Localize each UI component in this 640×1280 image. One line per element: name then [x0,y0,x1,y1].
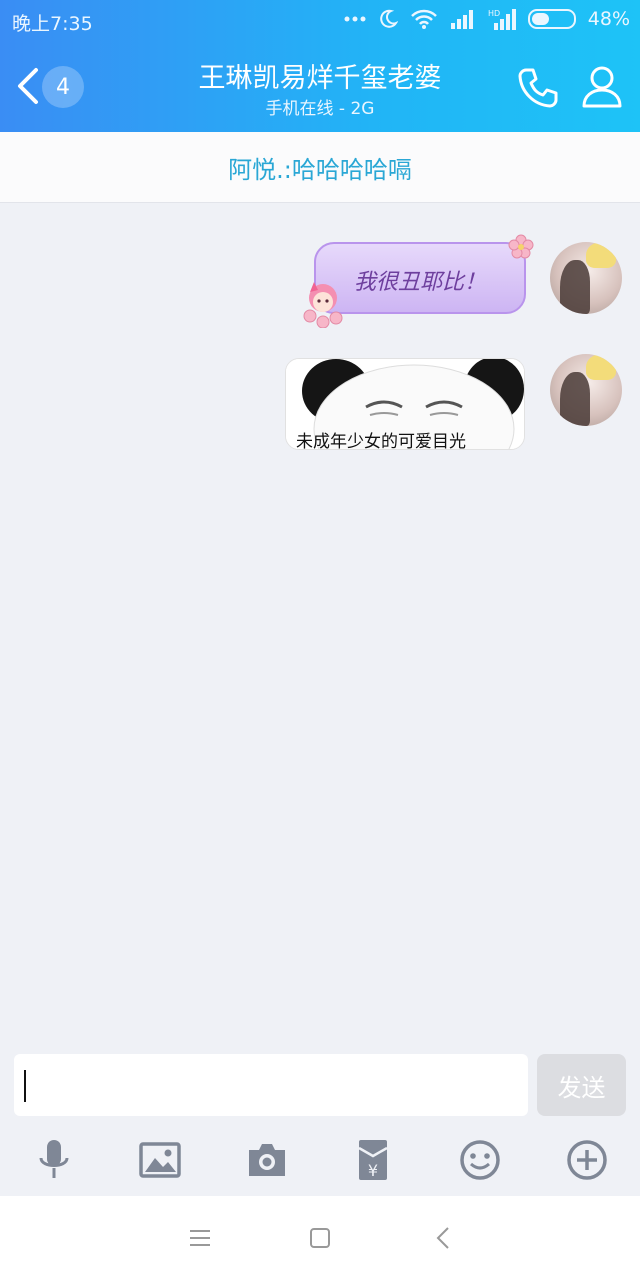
svg-text:¥: ¥ [368,1161,378,1180]
image-message[interactable]: 未成年少女的可爱目光 [285,358,525,450]
avatar[interactable] [550,354,622,426]
profile-icon[interactable] [580,64,624,110]
svg-text:HD: HD [488,9,500,18]
moon-icon [379,9,398,28]
chat-header: 晚上7:35 HD 48% 4 王琳凯易烊千玺老婆 手机在线 - 2G [0,0,640,132]
anime-girl-sticker-icon [303,282,343,328]
more-dots-icon [344,16,366,22]
emoji-icon[interactable] [458,1138,502,1182]
camera-icon[interactable] [245,1138,289,1182]
pinned-message-bar[interactable]: 阿悦.:哈哈哈哈嗝 [0,132,640,203]
battery-icon [527,9,576,29]
status-bar: 晚上7:35 HD 48% [0,0,640,40]
message-text: 我很丑耶比！ [353,270,486,295]
system-back-icon[interactable] [426,1220,462,1256]
home-icon[interactable] [302,1220,338,1256]
red-packet-icon[interactable]: ¥ [351,1138,395,1182]
flower-icon [508,234,534,259]
plus-icon[interactable] [565,1138,609,1182]
send-button[interactable]: 发送 [537,1054,626,1116]
battery-fill [531,13,549,25]
pinned-message-text: 阿悦.:哈哈哈哈嗝 [228,156,412,184]
text-caret [24,1070,26,1102]
image-icon[interactable] [138,1138,182,1182]
image-caption: 未成年少女的可爱目光 [296,432,466,450]
menu-icon[interactable] [182,1220,218,1256]
status-indicators: HD 48% [344,8,630,30]
status-time: 晚上7:35 [12,13,93,35]
message-input[interactable] [14,1054,528,1116]
signal-icon [450,10,473,29]
microphone-icon[interactable] [32,1138,76,1182]
wifi-icon [410,9,437,29]
phone-call-icon[interactable] [514,64,562,112]
battery-percent: 48% [587,8,630,30]
system-navigation-bar [0,1196,640,1280]
avatar[interactable] [550,242,622,314]
hd-signal-icon: HD [488,9,516,30]
